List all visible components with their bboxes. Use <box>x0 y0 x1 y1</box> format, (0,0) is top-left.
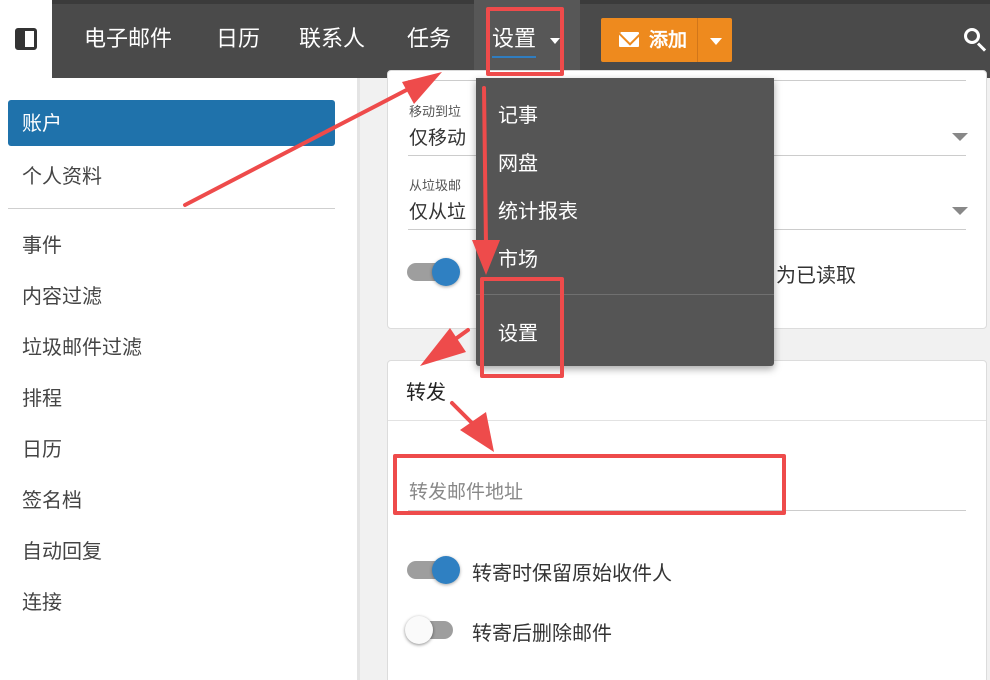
sidebar-item-profile[interactable]: 个人资料 <box>8 153 335 199</box>
keep-recipients-label: 转寄时保留原始收件人 <box>472 561 672 585</box>
mark-read-option-text: 为已读取 <box>776 263 856 287</box>
nav-item-email[interactable]: 电子邮件 <box>84 24 172 56</box>
menu-separator <box>476 294 774 295</box>
nav-item-settings[interactable]: 设置 <box>474 0 580 78</box>
search-icon[interactable] <box>962 26 988 52</box>
delete-after-forward-toggle-knob[interactable] <box>405 616 433 644</box>
forward-section-title: 转发 <box>406 380 446 404</box>
sidebar-item-signature[interactable]: 签名档 <box>8 477 335 523</box>
from-spam-label: 从垃圾邮 <box>409 179 462 194</box>
settings-dropdown-menu: 记事 网盘 统计报表 市场 设置 <box>476 78 774 366</box>
forward-address-input[interactable] <box>409 478 959 506</box>
select-dropdown-icon[interactable] <box>952 133 968 141</box>
from-spam-select[interactable]: 仅从垃 <box>409 197 466 224</box>
envelope-icon <box>619 32 639 47</box>
add-dropdown-caret-icon[interactable] <box>710 38 722 45</box>
sidebar-item-schedule[interactable]: 排程 <box>8 375 335 421</box>
menu-item-notes[interactable]: 记事 <box>498 100 538 130</box>
menu-item-market[interactable]: 市场 <box>498 244 538 274</box>
search-lens <box>964 28 980 44</box>
sidebar-item-events[interactable]: 事件 <box>8 222 335 268</box>
move-to-trash-select[interactable]: 仅移动 <box>409 123 466 150</box>
nav-item-contacts[interactable]: 联系人 <box>299 24 365 56</box>
add-button[interactable]: 添加 <box>601 18 732 62</box>
nav-settings-label: 设置 <box>492 24 537 58</box>
delete-after-forward-label: 转寄后删除邮件 <box>472 621 612 645</box>
menu-item-settings[interactable]: 设置 <box>498 318 538 348</box>
top-navigation-bar: 电子邮件 日历 联系人 任务 设置 添加 <box>0 0 990 78</box>
nav-item-tasks[interactable]: 任务 <box>407 24 451 56</box>
sidebar-item-auto-reply[interactable]: 自动回复 <box>8 528 335 574</box>
keep-recipients-toggle-knob[interactable] <box>432 556 460 584</box>
nav-item-calendar[interactable]: 日历 <box>216 24 260 56</box>
sidebar-item-connections[interactable]: 连接 <box>8 579 335 625</box>
sidebar-item-spam-filter[interactable]: 垃圾邮件过滤 <box>8 324 335 370</box>
move-to-trash-label: 移动到垃 <box>409 105 462 120</box>
sidebar-item-content-filter[interactable]: 内容过滤 <box>8 273 335 319</box>
sidebar-toggle-icon <box>15 28 37 50</box>
menu-item-netdisk[interactable]: 网盘 <box>498 148 538 178</box>
search-handle <box>976 42 987 52</box>
sidebar-separator <box>8 208 335 209</box>
mark-read-toggle-knob[interactable] <box>432 258 460 286</box>
add-button-label: 添加 <box>649 29 688 51</box>
chevron-down-icon <box>550 38 560 44</box>
forward-input-underline <box>408 510 966 511</box>
menu-item-reports[interactable]: 统计报表 <box>498 196 578 226</box>
select-dropdown-icon[interactable] <box>952 207 968 215</box>
sidebar-item-calendar[interactable]: 日历 <box>8 426 335 472</box>
sidebar-toggle-button[interactable] <box>0 0 52 78</box>
forward-card-header-divider <box>388 420 986 421</box>
sidebar-item-accounts[interactable]: 账户 <box>8 100 335 146</box>
add-button-separator <box>697 18 698 62</box>
